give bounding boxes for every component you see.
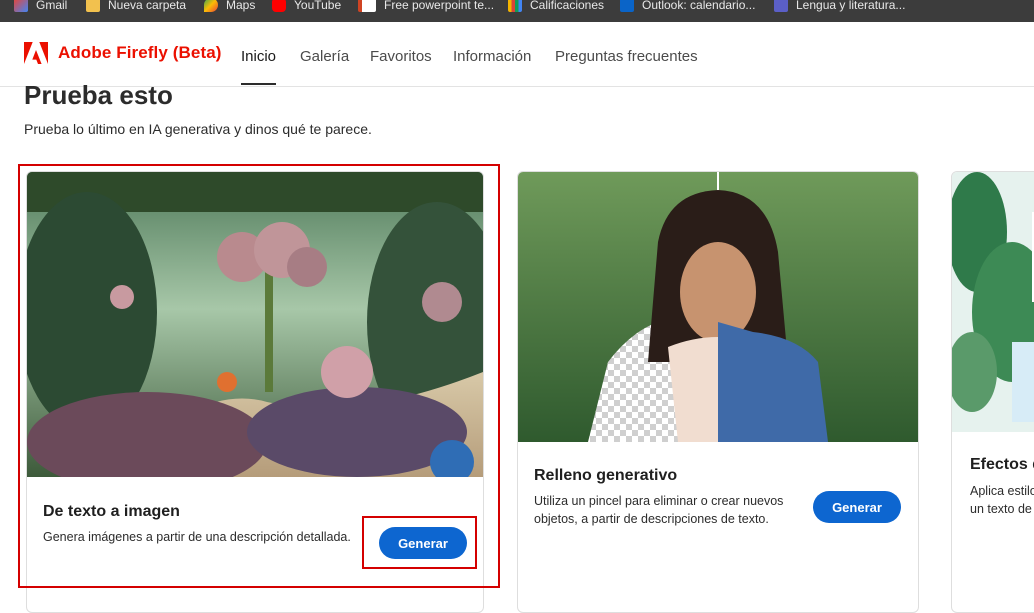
bookmarks-bar: Gmail Nueva carpeta Maps YouTube Free po… [0,0,1034,22]
folder-icon [86,0,100,12]
teams-icon [774,0,788,12]
section-subtitle: Prueba lo último en IA generativa y dino… [24,121,372,137]
bookmark-label: Free powerpoint te... [384,0,495,12]
card-description-line-2: un texto de [970,502,1032,516]
bookmark-label: Nueva carpeta [108,0,187,12]
card-description-line-1: Utiliza un pincel para eliminar o crear … [534,494,784,508]
gmail-icon [14,0,28,12]
bookmark-calificaciones[interactable]: Calificaciones [508,0,604,16]
brand-name: Adobe Firefly (Beta) [58,43,222,62]
nav-inicio[interactable]: Inicio [241,48,276,65]
card-description-line-2: objetos, a partir de descripciones de te… [534,512,769,526]
adobe-logo-icon [24,42,48,64]
bookmark-nueva-carpeta[interactable]: Nueva carpeta [86,0,186,16]
generar-button[interactable]: Generar [813,491,901,523]
highlight-button-frame [362,516,477,569]
active-tab-indicator [241,83,276,85]
bookmark-powerpoint[interactable]: Free powerpoint te... [358,0,494,16]
bookmark-youtube[interactable]: YouTube [272,0,341,16]
bookmark-label: Gmail [36,0,68,12]
bookmark-label: YouTube [294,0,342,12]
card-title: Efectos d [970,456,1034,473]
powerpoint-icon [358,0,376,12]
top-navigation: Adobe Firefly (Beta) Inicio Galería Favo… [0,22,1034,87]
card-efectos[interactable]: Efectos d Aplica estilo un texto de [951,171,1034,613]
bookmark-outlook[interactable]: Outlook: calendario... [620,0,755,16]
bookmark-label: Lengua y literatura... [796,0,906,12]
portrait-generative-fill-image [518,172,918,442]
section-title: Prueba esto [24,80,173,110]
card-relleno-generativo[interactable]: Relleno generativo Utiliza un pincel par… [517,171,919,613]
bookmark-label: Calificaciones [530,0,605,12]
bookmark-maps[interactable]: Maps [204,0,255,16]
card-description-line-1: Aplica estilo [970,484,1034,498]
nav-favoritos[interactable]: Favoritos [370,48,432,65]
chart-icon [508,0,522,12]
bookmark-label: Outlook: calendario... [642,0,756,12]
outlook-icon [620,0,634,12]
nav-informacion[interactable]: Información [453,48,531,65]
bookmark-label: Maps [226,0,256,12]
youtube-icon [272,0,286,12]
card-title: Relleno generativo [534,467,678,484]
bookmark-lengua[interactable]: Lengua y literatura... [774,0,905,16]
adobe-firefly-logo[interactable]: Adobe Firefly (Beta) [24,42,222,64]
leaves-text-effect-image [952,172,1034,432]
nav-preguntas-frecuentes[interactable]: Preguntas frecuentes [555,48,698,65]
bookmark-gmail[interactable]: Gmail [14,0,67,16]
nav-galeria[interactable]: Galería [300,48,349,65]
maps-icon [204,0,218,12]
